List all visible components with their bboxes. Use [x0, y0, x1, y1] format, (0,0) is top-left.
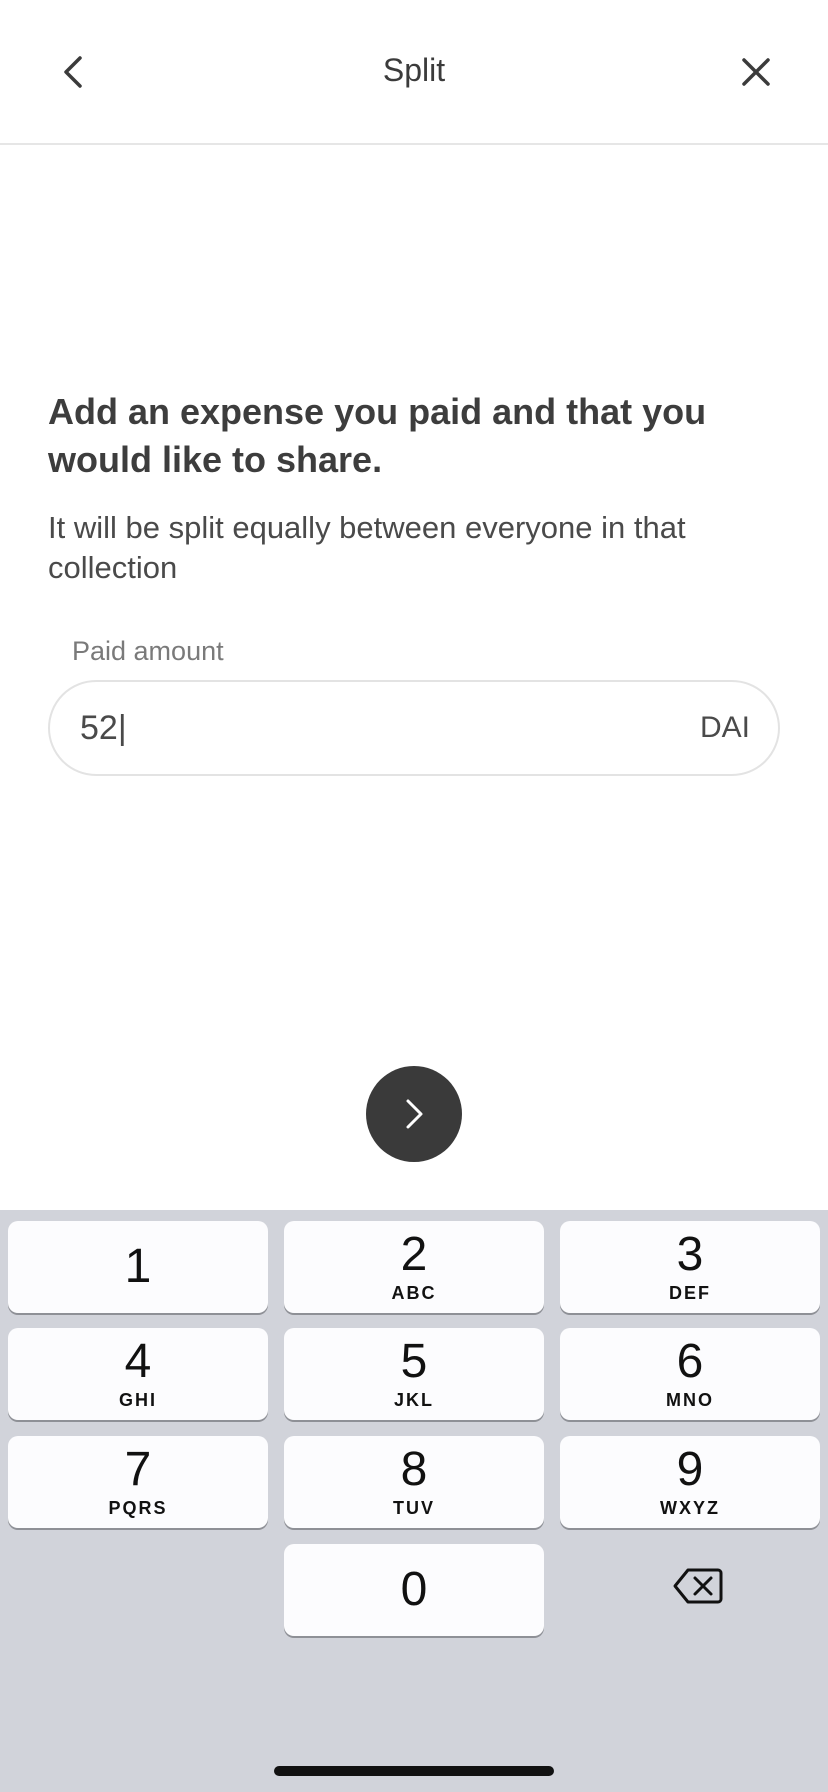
amount-input[interactable]: 52| DAI — [48, 680, 780, 776]
key-letters: MNO — [666, 1390, 714, 1410]
key-6[interactable]: 6 MNO — [560, 1328, 820, 1420]
home-indicator — [274, 1766, 554, 1776]
key-letters: PQRS — [108, 1498, 168, 1518]
key-digit: 6 — [676, 1335, 704, 1388]
key-digit: 5 — [400, 1335, 428, 1388]
key-letters: GHI — [118, 1390, 157, 1410]
page-title: Split — [382, 52, 446, 88]
backspace-icon — [673, 1568, 723, 1604]
key-1[interactable]: 1 — [8, 1221, 268, 1313]
key-letters: ABC — [391, 1283, 437, 1303]
delete-key[interactable] — [666, 1560, 730, 1612]
instruction-heading: Add an expense you paid and that you wou… — [48, 391, 707, 480]
chevron-right-icon — [406, 1099, 423, 1129]
key-digit: 4 — [124, 1335, 152, 1388]
key-digit: 3 — [676, 1228, 704, 1281]
close-button[interactable] — [730, 46, 782, 98]
key-8[interactable]: 8 TUV — [284, 1436, 544, 1528]
key-7[interactable]: 7 PQRS — [8, 1436, 268, 1528]
key-digit: 1 — [124, 1240, 152, 1293]
key-letters: JKL — [393, 1390, 434, 1410]
close-icon — [742, 58, 770, 86]
amount-value: 52| — [80, 708, 127, 747]
key-2[interactable]: 2 ABC — [284, 1221, 544, 1313]
key-digit: 7 — [124, 1443, 152, 1496]
key-0[interactable]: 0 — [284, 1544, 544, 1636]
key-digit: 9 — [676, 1443, 704, 1496]
instruction-subtext: It will be split equally between everyon… — [48, 510, 686, 585]
key-digit: 8 — [400, 1443, 428, 1496]
key-letters: TUV — [393, 1498, 435, 1518]
amount-label: Paid amount — [72, 636, 224, 666]
header: Split — [0, 0, 828, 145]
key-letters: DEF — [669, 1283, 711, 1303]
currency-label: DAI — [699, 711, 750, 744]
key-4[interactable]: 4 GHI — [8, 1328, 268, 1420]
key-digit: 2 — [400, 1228, 428, 1281]
key-3[interactable]: 3 DEF — [560, 1221, 820, 1313]
key-9[interactable]: 9 WXYZ — [560, 1436, 820, 1528]
key-letters: WXYZ — [660, 1498, 720, 1518]
split-screen: Split Add an expense you paid and that y… — [0, 0, 828, 1792]
key-5[interactable]: 5 JKL — [284, 1328, 544, 1420]
key-digit: 0 — [400, 1563, 428, 1616]
next-button[interactable] — [366, 1066, 462, 1162]
